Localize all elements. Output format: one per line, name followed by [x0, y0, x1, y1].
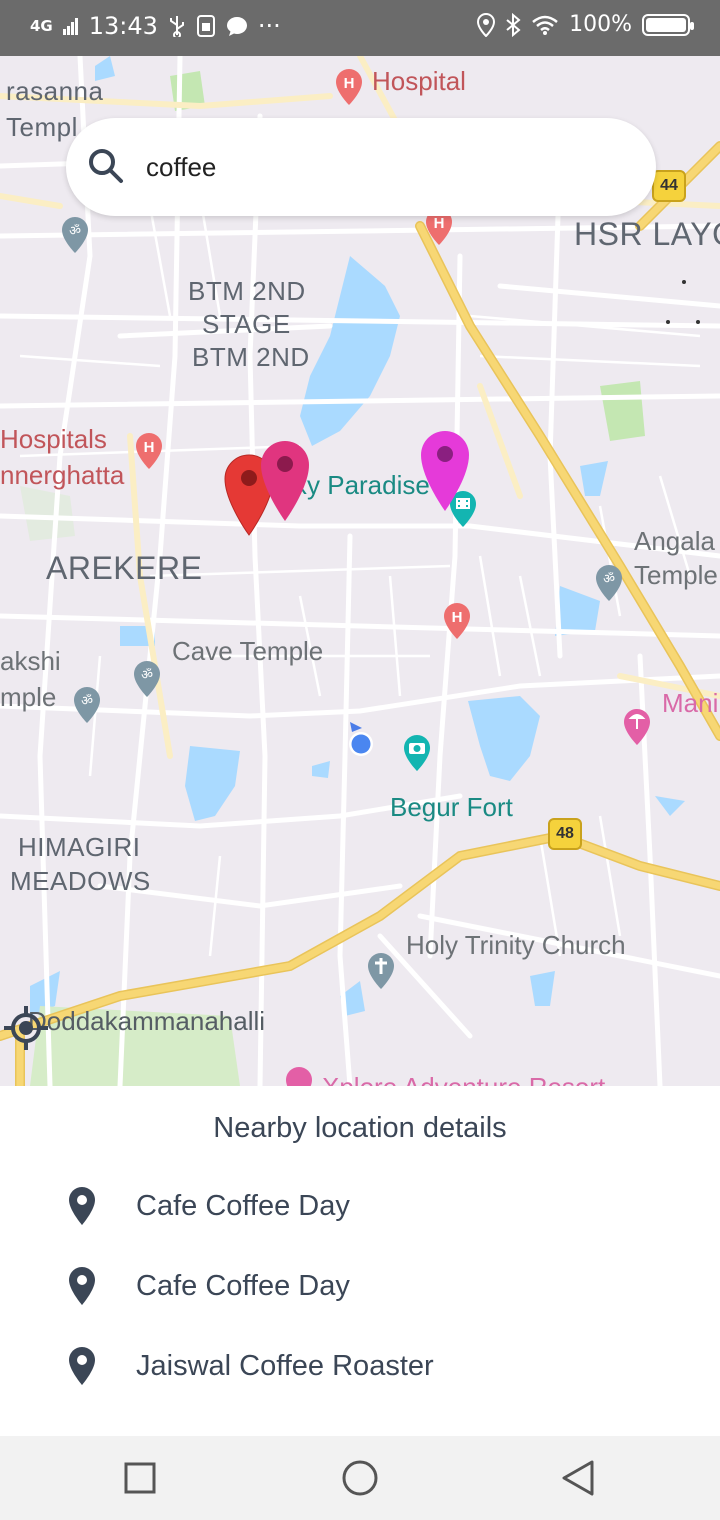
- map-label-poi: Begur Fort: [390, 792, 513, 822]
- home-button[interactable]: [338, 1456, 382, 1500]
- location-status-icon: [477, 12, 496, 37]
- map-label-poi: Xplore Adventure Resort: [322, 1072, 605, 1086]
- location-pin-icon: [69, 1347, 95, 1385]
- svg-text:ॐ: ॐ: [141, 668, 153, 683]
- map-label-area: BTM 2ND: [192, 342, 310, 372]
- sim-icon: [196, 15, 215, 37]
- svg-text:H: H: [452, 609, 463, 626]
- signal-icon: [62, 18, 78, 35]
- chat-icon: [226, 17, 247, 36]
- svg-text:ॐ: ॐ: [603, 572, 615, 587]
- temple-icon[interactable]: ॐ: [594, 564, 624, 602]
- temple-icon[interactable]: ॐ: [72, 686, 102, 724]
- system-nav-bar: [0, 1436, 720, 1520]
- usb-icon: [169, 16, 184, 37]
- lake: [312, 761, 330, 778]
- amusement-icon[interactable]: [622, 708, 652, 746]
- map-label-poi: Angala: [634, 526, 715, 556]
- map-label-poi: xy Paradise: [294, 470, 430, 500]
- search-bar[interactable]: [66, 118, 656, 216]
- list-item[interactable]: Jaiswal Coffee Roaster: [0, 1332, 720, 1402]
- lake-large: [300, 256, 400, 446]
- map-label-area: MEADOWS: [10, 866, 151, 896]
- map-label-area: rasanna: [6, 76, 104, 106]
- lake: [655, 796, 685, 816]
- highway-shield-48: 48: [548, 818, 582, 850]
- map-label-area: HIMAGIRI: [18, 832, 141, 862]
- svg-text:H: H: [144, 439, 155, 456]
- camera-icon[interactable]: [402, 734, 432, 772]
- location-pin-icon: [69, 1267, 95, 1305]
- list-item-name: Cafe Coffee Day: [136, 1270, 350, 1302]
- recents-button[interactable]: [118, 1456, 162, 1500]
- map-label-poi: Holy Trinity Church: [406, 930, 626, 960]
- list-item-name: Jaiswal Coffee Roaster: [136, 1350, 434, 1382]
- park: [20, 486, 75, 541]
- result-marker-pin[interactable]: [258, 438, 312, 522]
- temple-icon[interactable]: ॐ: [60, 216, 90, 254]
- list-item-name: Cafe Coffee Day: [136, 1190, 350, 1222]
- map-label-area: Doddakammanahalli: [28, 1006, 266, 1036]
- temple-icon[interactable]: ॐ: [132, 660, 162, 698]
- svg-text:ॐ: ॐ: [81, 694, 93, 709]
- battery-percent: 100%: [569, 12, 632, 37]
- nearby-title: Nearby location details: [213, 1112, 507, 1144]
- status-time: 13:43: [88, 12, 158, 40]
- bluetooth-icon: [506, 12, 521, 37]
- result-marker-pin[interactable]: [418, 428, 472, 512]
- search-input[interactable]: [144, 142, 628, 192]
- church-icon[interactable]: [366, 952, 396, 990]
- lake: [468, 696, 540, 781]
- map-label-poi: Cave Temple: [172, 636, 324, 666]
- lake: [185, 746, 240, 821]
- map-label-poi: akshi: [0, 646, 61, 676]
- map-label-poi: Mani: [662, 688, 719, 718]
- list-item[interactable]: Cafe Coffee Day: [0, 1252, 720, 1322]
- hospital-icon[interactable]: H: [134, 432, 164, 470]
- svg-text:ॐ: ॐ: [69, 224, 81, 239]
- map-label-area: STAGE: [202, 309, 291, 339]
- back-button[interactable]: [556, 1456, 600, 1500]
- map-label-area: Templ: [6, 112, 78, 142]
- location-pin-icon: [69, 1187, 95, 1225]
- network-icon: 4G: [30, 17, 53, 35]
- list-item[interactable]: Cafe Coffee Day: [0, 1172, 720, 1242]
- more-icon: ···: [257, 12, 281, 40]
- status-bar: 4G 13:43 ··· 100%: [0, 0, 720, 56]
- lake: [530, 971, 555, 1006]
- amusement-icon[interactable]: [284, 1066, 314, 1086]
- map-label-poi: nnerghatta: [0, 460, 125, 490]
- battery-icon: [642, 13, 694, 36]
- wifi-icon: [532, 15, 558, 35]
- hospital-icon[interactable]: H: [442, 602, 472, 640]
- highway-shield-44: 44: [652, 170, 686, 202]
- map-label-poi: mple: [0, 682, 57, 712]
- map-label-area: HSR LAYO: [574, 216, 720, 252]
- park: [600, 381, 645, 441]
- search-icon[interactable]: [86, 146, 126, 186]
- map-label-area: AREKERE: [46, 550, 203, 586]
- nearby-panel: Nearby location details Cafe Coffee Day …: [0, 1086, 720, 1436]
- my-location-button[interactable]: [0, 1002, 52, 1054]
- lake: [580, 461, 608, 496]
- svg-text:H: H: [344, 75, 355, 92]
- map-label-poi: Hospitals: [0, 424, 107, 454]
- map-label-poi: Hospital: [372, 66, 466, 96]
- map-label-poi: Temple: [634, 560, 718, 590]
- hospital-icon[interactable]: H: [334, 68, 364, 106]
- svg-text:H: H: [434, 215, 445, 232]
- current-location-dot: [349, 722, 373, 756]
- map-label-area: BTM 2ND: [188, 276, 306, 306]
